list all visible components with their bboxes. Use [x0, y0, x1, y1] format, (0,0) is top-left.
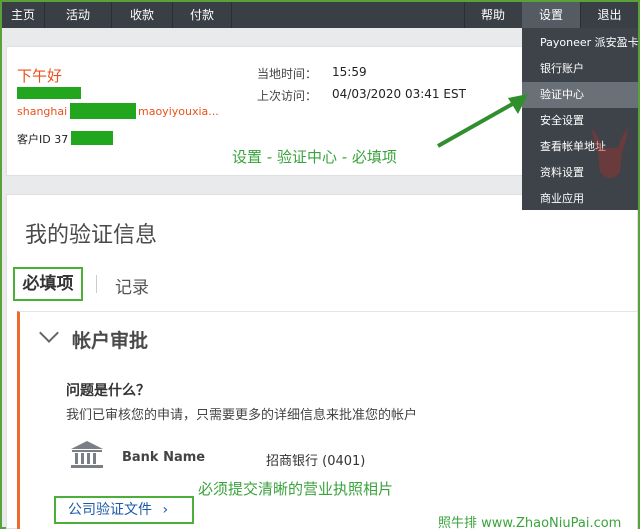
nav-settings[interactable]: 设置 [522, 2, 580, 28]
menu-item-payoneer-card[interactable]: Payoneer 派安盈卡 [522, 30, 638, 56]
tab-required[interactable]: 必填项 [13, 267, 83, 301]
last-visit-label: 上次访问： [257, 89, 318, 103]
customer-id-label: 客户ID 37 [17, 133, 69, 146]
redacted-customer-id [71, 131, 113, 145]
tab-divider [96, 275, 97, 293]
redacted-company [70, 103, 136, 119]
annotation-arrow-icon [437, 94, 528, 148]
account-approval-section: 帐户审批 问题是什么？ 我们已审核您的申请，只需要更多的详细信息来批准您的帐户 … [17, 311, 637, 529]
redacted-name [17, 87, 81, 99]
page-title: 我的验证信息 [25, 223, 158, 248]
bull-logo-icon [592, 128, 628, 178]
nav-pay[interactable]: 付款 [173, 2, 231, 28]
greeting-text: 下午好 [17, 67, 63, 85]
nav-logout[interactable]: 退出 [581, 2, 638, 28]
question-heading: 问题是什么？ [66, 383, 150, 399]
bank-name-label: Bank Name [122, 450, 206, 465]
company-documents-label: 公司验证文件 [68, 502, 152, 518]
company-name-part1: shanghai [17, 105, 68, 118]
company-documents-link[interactable]: 公司验证文件 › [54, 496, 194, 524]
annotation-license-note: 必须提交清晰的营业执照相片 [198, 480, 394, 498]
nav-receive[interactable]: 收款 [112, 2, 172, 28]
chevron-down-icon[interactable] [39, 323, 59, 343]
tab-records[interactable]: 记录 [115, 273, 149, 298]
local-time-label: 当地时间： [257, 67, 318, 81]
local-time-value: 15:59 [332, 65, 367, 79]
top-navigation: 主页 活动 收款 付款 帮助 设置 退出 [2, 2, 638, 28]
nav-help[interactable]: 帮助 [465, 2, 521, 28]
company-name-part2: maoyiyouxia... [138, 105, 219, 118]
nav-divider [231, 2, 232, 28]
site-watermark: 照牛排 www.ZhaoNiuPai.com [438, 516, 622, 529]
question-description: 我们已审核您的申请，只需要更多的详细信息来批准您的帐户 [66, 408, 418, 423]
nav-activity[interactable]: 活动 [45, 2, 111, 28]
nav-home[interactable]: 主页 [2, 2, 44, 28]
menu-item-bank-accounts[interactable]: 银行账户 [522, 56, 638, 82]
verification-panel: 我的验证信息 必填项 记录 帐户审批 问题是什么？ 我们已审核您的申请，只需要更… [6, 194, 638, 529]
bank-icon [71, 441, 103, 468]
bank-name-value: 招商银行 (0401) [266, 454, 366, 469]
section-title: 帐户审批 [72, 330, 149, 352]
annotation-settings-path: 设置 - 验证中心 - 必填项 [232, 148, 397, 166]
chevron-right-icon: › [162, 502, 169, 518]
